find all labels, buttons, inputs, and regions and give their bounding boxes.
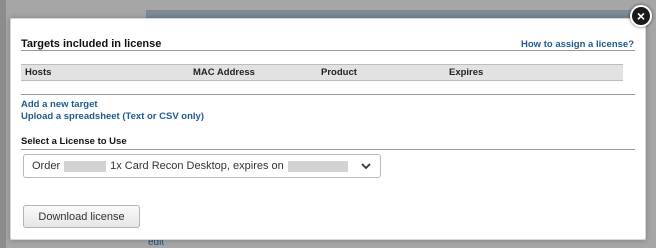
license-select-label: Select a License to Use: [21, 136, 127, 147]
upload-spreadsheet-link[interactable]: Upload a spreadsheet (Text or CSV only): [21, 111, 204, 122]
column-header-product: Product: [317, 64, 445, 81]
license-select[interactable]: Order 1x Card Recon Desktop, expires on: [23, 154, 381, 178]
license-description: 1x Card Recon Desktop, expires on: [110, 160, 284, 172]
license-order-prefix: Order: [32, 160, 61, 172]
how-to-assign-link[interactable]: How to assign a license?: [521, 39, 634, 50]
column-header-mac-address: MAC Address: [189, 64, 317, 81]
table-divider: [21, 94, 635, 95]
targets-section-title: Targets included in license: [21, 38, 162, 50]
select-divider: [21, 149, 635, 150]
column-header-expires: Expires: [445, 64, 623, 81]
title-divider: [21, 50, 635, 51]
table-header-row: Hosts MAC Address Product Expires: [21, 64, 623, 81]
chevron-down-icon: [361, 163, 371, 170]
redacted-expiry-date: [287, 160, 348, 172]
targets-table: Hosts MAC Address Product Expires: [21, 64, 623, 81]
background-header-strip: [146, 10, 646, 18]
close-icon[interactable]: ×: [630, 5, 652, 27]
license-modal: Targets included in license How to assig…: [10, 18, 646, 240]
redacted-order-number: [64, 160, 107, 172]
download-license-button[interactable]: Download license: [23, 205, 140, 228]
add-target-link[interactable]: Add a new target: [21, 99, 98, 110]
column-header-hosts: Hosts: [21, 64, 189, 81]
